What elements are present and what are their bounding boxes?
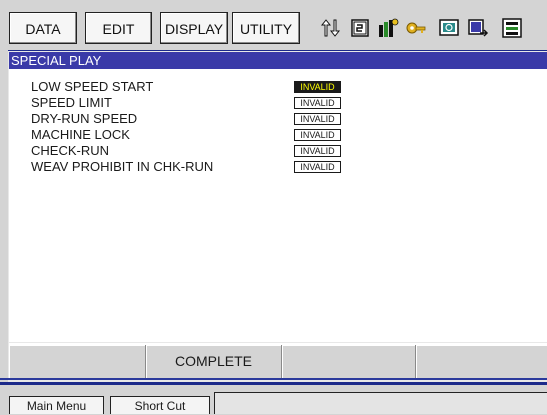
menu-edit-button[interactable]: EDIT [85,12,152,44]
message-area [214,392,547,414]
complete-button[interactable]: COMPLETE [146,345,282,378]
softkey-4[interactable] [416,345,547,378]
move-arrows-icon[interactable] [319,17,343,39]
item-label-dry-run-speed: DRY-RUN SPEED [31,111,138,126]
bottom-bar: Main Menu Short Cut [0,386,547,414]
monitor-icon[interactable] [437,17,461,39]
main-menu-button[interactable]: Main Menu [9,396,104,414]
item-label-weav-prohibit: WEAV PROHIBIT IN CHK-RUN [31,159,214,174]
divider [0,378,547,380]
program-icon[interactable] [500,17,524,39]
top-menu-bar: DATA EDIT DISPLAY UTILITY [0,0,547,55]
status-badge-low-speed-start[interactable]: INVALID [294,81,341,93]
softkey-3[interactable] [282,345,416,378]
robot-gauge-icon[interactable] [376,17,400,39]
status-badge-check-run[interactable]: INVALID [294,145,341,157]
key-icon[interactable] [404,17,428,39]
softkey-bar: COMPLETE [9,343,547,378]
tool-select-icon[interactable] [348,17,372,39]
item-label-speed-limit: SPEED LIMIT [31,95,112,110]
menu-display-button[interactable]: DISPLAY [160,12,228,44]
output-icon[interactable] [466,17,490,39]
status-badge-speed-limit[interactable]: INVALID [294,97,341,109]
item-label-check-run: CHECK-RUN [31,143,109,158]
panel-title: SPECIAL PLAY [9,52,547,69]
divider [0,382,547,385]
item-label-low-speed-start: LOW SPEED START [31,79,154,94]
menu-utility-button[interactable]: UTILITY [232,12,300,44]
short-cut-button[interactable]: Short Cut [110,396,210,414]
item-label-machine-lock: MACHINE LOCK [31,127,130,142]
status-badge-weav-prohibit[interactable]: INVALID [294,161,341,173]
menu-data-button[interactable]: DATA [9,12,77,44]
softkey-1[interactable] [9,345,146,378]
special-play-list: LOW SPEED START INVALID SPEED LIMIT INVA… [9,69,547,342]
status-badge-dry-run-speed[interactable]: INVALID [294,113,341,125]
status-badge-machine-lock[interactable]: INVALID [294,129,341,141]
